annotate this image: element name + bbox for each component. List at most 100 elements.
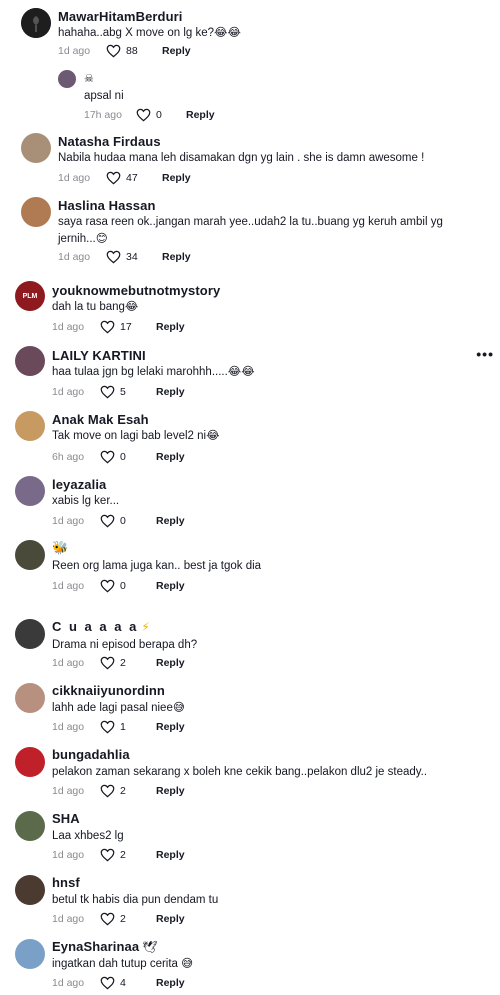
- timestamp: 1d ago: [52, 849, 85, 861]
- heart-icon: [100, 450, 115, 464]
- reply-button[interactable]: Reply: [156, 721, 185, 733]
- reply-button[interactable]: Reply: [156, 515, 185, 527]
- reply-button[interactable]: Reply: [156, 849, 185, 861]
- avatar[interactable]: [15, 939, 45, 969]
- comment-text: xabis lg ker...: [52, 495, 120, 507]
- comment-text: Reen org lama juga kan.. best ja tgok di…: [52, 560, 262, 572]
- avatar[interactable]: PLM: [15, 281, 45, 311]
- reply-button[interactable]: Reply: [156, 580, 185, 592]
- username[interactable]: MawarHitamBerduri: [58, 9, 183, 24]
- comment-meta: 1d ago 2 Reply: [52, 783, 185, 799]
- avatar-text: PLM: [22, 292, 38, 300]
- comment-meta: 1d ago 47 Reply: [58, 170, 191, 186]
- heart-icon: [100, 976, 115, 990]
- avatar[interactable]: [15, 747, 45, 777]
- comment-meta: 1d ago 2 Reply: [52, 911, 185, 927]
- like-button[interactable]: 2: [100, 784, 148, 798]
- timestamp: 17h ago: [84, 109, 122, 121]
- like-button[interactable]: 1: [100, 720, 148, 734]
- comment-meta: 1d ago 2 Reply: [52, 847, 185, 863]
- like-button[interactable]: 34: [106, 250, 154, 264]
- timestamp: 1d ago: [52, 721, 85, 733]
- avatar[interactable]: [15, 411, 45, 441]
- avatar[interactable]: [58, 70, 76, 88]
- like-count: 0: [120, 515, 126, 527]
- avatar[interactable]: [15, 683, 45, 713]
- reply-button[interactable]: Reply: [156, 913, 185, 925]
- avatar[interactable]: [21, 133, 51, 163]
- comment-text: apsal ni: [84, 90, 124, 102]
- reply-button[interactable]: Reply: [162, 45, 191, 57]
- avatar[interactable]: [21, 8, 51, 38]
- username-badge[interactable]: 🐝: [52, 540, 68, 556]
- avatar[interactable]: [15, 346, 45, 376]
- timestamp: 1d ago: [58, 251, 91, 263]
- timestamp: 1d ago: [52, 580, 85, 592]
- username[interactable]: youknowmebutnotmystory: [52, 283, 220, 298]
- like-button[interactable]: 47: [106, 171, 154, 185]
- comment-meta: 1d ago 17 Reply: [52, 319, 185, 335]
- like-button[interactable]: 4: [100, 976, 148, 990]
- username[interactable]: SHA: [52, 811, 80, 826]
- comment-text: betul tk habis dia pun dendam tu: [52, 894, 219, 906]
- username[interactable]: EynaSharinaa 🕊: [52, 939, 158, 954]
- like-count: 2: [120, 913, 126, 925]
- like-count: 47: [126, 172, 138, 184]
- heart-icon: [106, 250, 121, 264]
- more-options-icon[interactable]: •••: [476, 346, 494, 362]
- reply-button[interactable]: Reply: [156, 321, 185, 333]
- like-count: 34: [126, 251, 138, 263]
- username[interactable]: Natasha Firdaus: [58, 134, 161, 149]
- username[interactable]: C u a a a a ⚡: [52, 619, 152, 634]
- reply-button[interactable]: Reply: [156, 785, 185, 797]
- like-count: 0: [120, 451, 126, 463]
- timestamp: 1d ago: [52, 785, 85, 797]
- avatar[interactable]: [15, 811, 45, 841]
- like-button[interactable]: 0: [100, 579, 148, 593]
- avatar[interactable]: [21, 197, 51, 227]
- heart-icon: [100, 514, 115, 528]
- username[interactable]: hnsf: [52, 875, 80, 890]
- username[interactable]: Anak Mak Esah: [52, 412, 149, 427]
- like-button[interactable]: 0: [136, 108, 178, 122]
- username[interactable]: LAILY KARTINI: [52, 348, 146, 363]
- like-button[interactable]: 5: [100, 385, 148, 399]
- username[interactable]: leyazalia: [52, 477, 106, 492]
- comment-text: haa tulaa jgn bg lelaki marohhh.....😂😂: [52, 366, 255, 378]
- comment-meta: 1d ago 88 Reply: [58, 43, 191, 59]
- reply-button[interactable]: Reply: [162, 251, 191, 263]
- avatar[interactable]: [15, 540, 45, 570]
- like-button[interactable]: 2: [100, 656, 148, 670]
- comment-text: Nabila hudaa mana leh disamakan dgn yg l…: [58, 152, 425, 164]
- username-text: C u a a a a: [52, 619, 139, 634]
- like-button[interactable]: 0: [100, 450, 148, 464]
- like-count: 0: [120, 580, 126, 592]
- reply-button[interactable]: Reply: [156, 386, 185, 398]
- like-button[interactable]: 0: [100, 514, 148, 528]
- heart-icon: [106, 44, 121, 58]
- avatar[interactable]: [15, 619, 45, 649]
- reply-button[interactable]: Reply: [162, 172, 191, 184]
- like-count: 2: [120, 849, 126, 861]
- avatar[interactable]: [15, 476, 45, 506]
- like-button[interactable]: 2: [100, 848, 148, 862]
- like-button[interactable]: 17: [100, 320, 148, 334]
- comment-meta: 1d ago 0 Reply: [52, 578, 185, 594]
- like-button[interactable]: 2: [100, 912, 148, 926]
- reply-button[interactable]: Reply: [186, 109, 215, 121]
- heart-icon: [106, 171, 121, 185]
- reply-button[interactable]: Reply: [156, 451, 185, 463]
- like-button[interactable]: 88: [106, 44, 154, 58]
- username[interactable]: Haslina Hassan: [58, 198, 156, 213]
- comment-meta: 17h ago 0 Reply: [84, 107, 215, 123]
- username-badge[interactable]: ☠: [84, 72, 94, 85]
- heart-icon: [100, 720, 115, 734]
- comment-text: Drama ni episod berapa dh?: [52, 639, 198, 651]
- comment-text: hahaha..abg X move on lg ke?😂😂: [58, 27, 241, 39]
- avatar[interactable]: [15, 875, 45, 905]
- reply-button[interactable]: Reply: [156, 977, 185, 989]
- username[interactable]: bungadahlia: [52, 747, 130, 762]
- username[interactable]: cikknaiiyunordinn: [52, 683, 165, 698]
- like-count: 1: [120, 721, 126, 733]
- reply-button[interactable]: Reply: [156, 657, 185, 669]
